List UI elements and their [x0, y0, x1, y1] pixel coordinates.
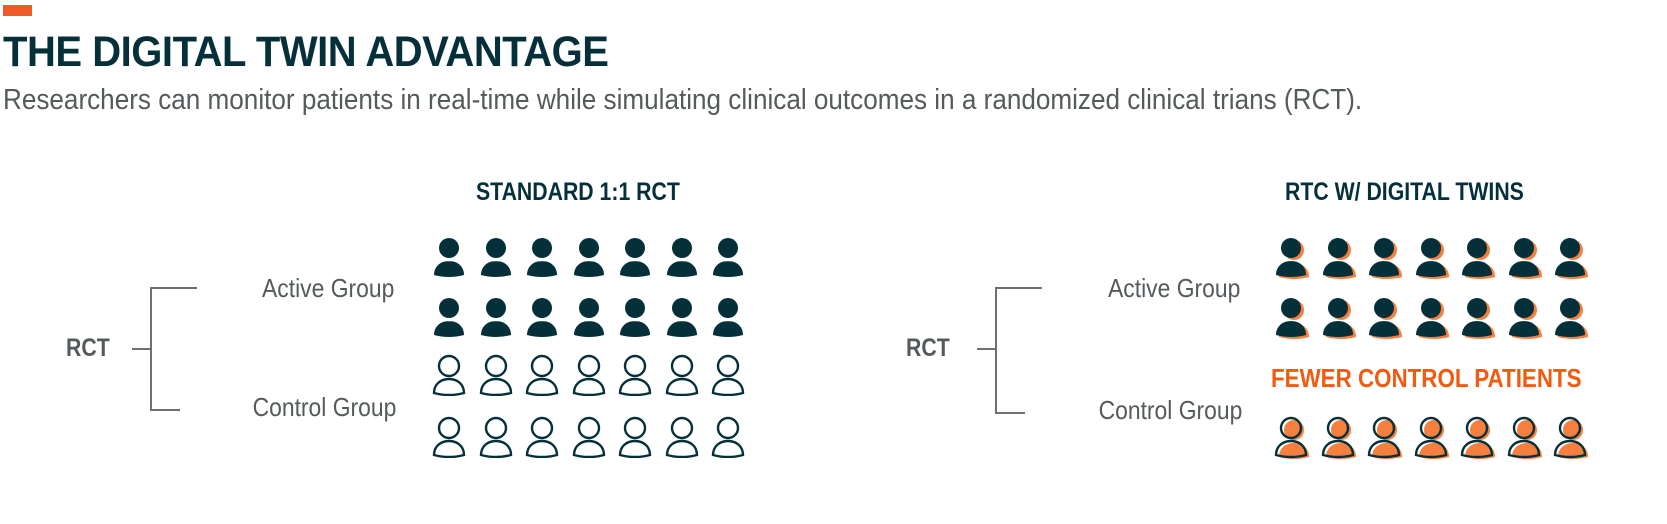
- active-patient-icon: [478, 296, 514, 338]
- control-patient-icon: [1320, 416, 1356, 459]
- active-patient-icon: [1459, 296, 1495, 339]
- active-patient-icon: [664, 296, 700, 338]
- control-group-label: Control Group: [252, 392, 396, 422]
- active-patient-icon: [1506, 296, 1542, 339]
- active-patient-icon: [617, 236, 653, 278]
- panel-title: RTC W/ DIGITAL TWINS: [1285, 178, 1524, 206]
- active-patient-icon: [1273, 236, 1309, 279]
- control-patient-icon: [571, 354, 607, 397]
- bracket-spine: [150, 287, 152, 411]
- active-patient-icon: [1413, 296, 1449, 339]
- control-patient-icon: [1459, 416, 1495, 459]
- active-patient-icon: [1506, 236, 1542, 279]
- active-patient-icon: [478, 236, 514, 278]
- active-patient-icon: [571, 296, 607, 338]
- control-patient-icon: [1552, 416, 1588, 459]
- bracket-spine: [995, 287, 997, 414]
- active-patient-icon: [710, 236, 746, 278]
- control-patient-icon: [664, 354, 700, 397]
- active-patient-icon: [524, 296, 560, 338]
- control-patient-icon: [571, 416, 607, 459]
- active-patient-icon: [1366, 296, 1402, 339]
- active-patient-icon: [1552, 236, 1588, 279]
- control-patient-icon: [617, 354, 653, 397]
- control-patient-icon: [478, 416, 514, 459]
- control-patient-icon: [710, 416, 746, 459]
- active-patient-icon: [1320, 236, 1356, 279]
- active-patient-icon: [617, 296, 653, 338]
- active-patient-icon: [1273, 296, 1309, 339]
- control-patient-icon: [1366, 416, 1402, 459]
- active-patient-icon: [1413, 236, 1449, 279]
- active-group-label: Active Group: [261, 273, 394, 303]
- control-patient-icon: [1506, 416, 1542, 459]
- control-patient-icon: [431, 416, 467, 459]
- active-patient-icon: [1552, 296, 1588, 339]
- control-patient-icon: [617, 416, 653, 459]
- bracket-stem: [132, 348, 152, 350]
- active-patient-icon: [524, 236, 560, 278]
- active-patient-icon: [431, 296, 467, 338]
- bracket-stem: [977, 348, 997, 350]
- bracket-arm-control: [995, 412, 1025, 414]
- control-patient-icon: [710, 354, 746, 397]
- control-group-label: Control Group: [1098, 395, 1242, 425]
- rct-root-label: RCT: [66, 334, 110, 362]
- control-patient-icon: [1413, 416, 1449, 459]
- active-patient-icon: [1459, 236, 1495, 279]
- panel-title: STANDARD 1:1 RCT: [476, 178, 680, 206]
- control-patient-icon: [524, 354, 560, 397]
- active-group-label: Active Group: [1107, 273, 1240, 303]
- active-patient-icon: [710, 296, 746, 338]
- bracket-arm-control: [150, 409, 180, 411]
- accent-bar: [3, 5, 32, 16]
- active-patient-icon: [431, 236, 467, 278]
- control-patient-icon: [478, 354, 514, 397]
- bracket-arm-active: [995, 287, 1042, 289]
- control-patient-icon: [431, 354, 467, 397]
- active-patient-icon: [1366, 236, 1402, 279]
- control-patient-icon: [1273, 416, 1309, 459]
- page-title: THE DIGITAL TWIN ADVANTAGE: [3, 28, 609, 76]
- page-subtitle: Researchers can monitor patients in real…: [3, 84, 1363, 116]
- active-patient-icon: [571, 236, 607, 278]
- active-patient-icon: [1320, 296, 1356, 339]
- control-patient-icon: [664, 416, 700, 459]
- bracket-arm-active: [150, 287, 197, 289]
- control-patient-icon: [524, 416, 560, 459]
- fewer-control-callout: FEWER CONTROL PATIENTS: [1271, 363, 1582, 393]
- active-patient-icon: [664, 236, 700, 278]
- rct-root-label: RCT: [906, 334, 950, 362]
